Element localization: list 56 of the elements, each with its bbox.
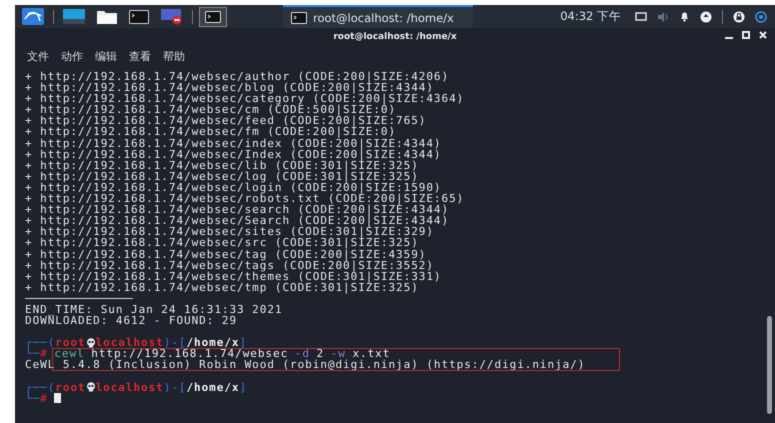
volume-icon[interactable] bbox=[657, 12, 669, 22]
output-line: + http://192.168.1.74/websec/feed (CODE:200|SIZE:765) bbox=[25, 115, 426, 126]
prompt-text: localhost)-[/home/x] bbox=[96, 337, 248, 348]
menu-item[interactable]: 帮助 bbox=[163, 49, 185, 64]
clock: 04:32 下午 bbox=[560, 9, 621, 24]
output-line: + http://192.168.1.74/websec/search (CODE:200|SIZE:4344) bbox=[25, 204, 450, 216]
output-line: END_TIME: Sun Jan 24 16:31:33 2021 bbox=[25, 304, 282, 316]
output-line: + http://192.168.1.74/websec/Search (CODE:200|SIZE:4344) bbox=[25, 215, 450, 226]
output-line: + http://192.168.1.74/websec/category (CODE:200|SIZE:4364) bbox=[25, 93, 464, 104]
terminal-icon bbox=[129, 10, 149, 24]
terminal-icon bbox=[205, 10, 221, 22]
prompt-text: localhost)-[/home/x] bbox=[96, 382, 248, 393]
output-line: + http://192.168.1.74/websec/cm (CODE:500|SIZE:0) bbox=[25, 104, 396, 116]
workspace-button[interactable] bbox=[199, 6, 227, 26]
output-line: + http://192.168.1.74/websec/log (CODE:301|SIZE:325) bbox=[25, 170, 419, 182]
close-icon[interactable] bbox=[759, 31, 767, 39]
output-line: + http://192.168.1.74/websec/tag (CODE:200|SIZE:4359) bbox=[25, 248, 426, 260]
output-line: + http://192.168.1.74/websec/lib (CODE:301|SIZE:325) bbox=[25, 160, 419, 171]
prompt-text: ┌──(root bbox=[25, 382, 86, 393]
dragon-icon bbox=[22, 8, 44, 25]
window-title: root@localhost: /home/x bbox=[333, 32, 457, 42]
menu-item[interactable]: 文件 bbox=[27, 49, 49, 64]
bell-icon[interactable] bbox=[679, 11, 690, 22]
menu-item[interactable]: 动作 bbox=[61, 49, 83, 64]
maximize-icon[interactable] bbox=[742, 31, 750, 39]
output-line: + http://192.168.1.74/websec/tags (CODE:200|SIZE:3552) bbox=[25, 260, 434, 271]
desktop-button[interactable] bbox=[60, 7, 88, 26]
folder-icon bbox=[97, 9, 117, 24]
skull-icon bbox=[86, 382, 96, 392]
desktop-icon bbox=[63, 9, 85, 24]
prompt-text: ┌──(root bbox=[25, 337, 86, 348]
kali-menu-button[interactable] bbox=[19, 7, 47, 26]
output-line: + http://192.168.1.74/websec/robots.txt (CODE:200|SIZE:65) bbox=[25, 193, 464, 204]
update-icon[interactable] bbox=[700, 10, 712, 22]
screen-recorder-icon bbox=[161, 8, 183, 24]
menu-item[interactable]: 查看 bbox=[129, 49, 151, 64]
lock-icon[interactable] bbox=[733, 10, 745, 22]
scrollbar-thumb[interactable] bbox=[767, 316, 772, 414]
output-line: + http://192.168.1.74/websec/blog (CODE:200|SIZE:4344) bbox=[25, 82, 434, 94]
taskbar-window-button[interactable]: root@localhost: /home/x bbox=[283, 5, 473, 28]
output-line: + http://192.168.1.74/websec/Index (CODE:200|SIZE:4344) bbox=[25, 148, 442, 160]
output-line: + http://192.168.1.74/websec/fm (CODE:200|SIZE:0) bbox=[25, 126, 396, 138]
output-line: + http://192.168.1.74/websec/src (CODE:301|SIZE:325) bbox=[25, 237, 419, 248]
output-line: + http://192.168.1.74/websec/tmp (CODE:301|SIZE:325) bbox=[25, 282, 419, 293]
display-icon[interactable] bbox=[635, 12, 647, 22]
output-line: + http://192.168.1.74/websec/login (CODE:200|SIZE:1590) bbox=[25, 182, 442, 194]
output-line: DOWNLOADED: 4612 - FOUND: 29 bbox=[25, 315, 238, 326]
skull-icon bbox=[86, 338, 96, 348]
output-line: + http://192.168.1.74/websec/index (CODE:200|SIZE:4344) bbox=[25, 138, 442, 149]
menu-item[interactable]: 编辑 bbox=[95, 49, 117, 64]
terminal-button[interactable] bbox=[126, 7, 152, 26]
output-line: + http://192.168.1.74/websec/sites (CODE:301|SIZE:329) bbox=[25, 226, 434, 238]
power-icon[interactable] bbox=[755, 10, 767, 22]
output-line: + http://192.168.1.74/websec/themes (CODE:301|SIZE:331) bbox=[25, 270, 442, 282]
output-line: + http://192.168.1.74/websec/author (CODE:200|SIZE:4206) bbox=[25, 71, 450, 82]
terminal-icon bbox=[291, 12, 307, 24]
